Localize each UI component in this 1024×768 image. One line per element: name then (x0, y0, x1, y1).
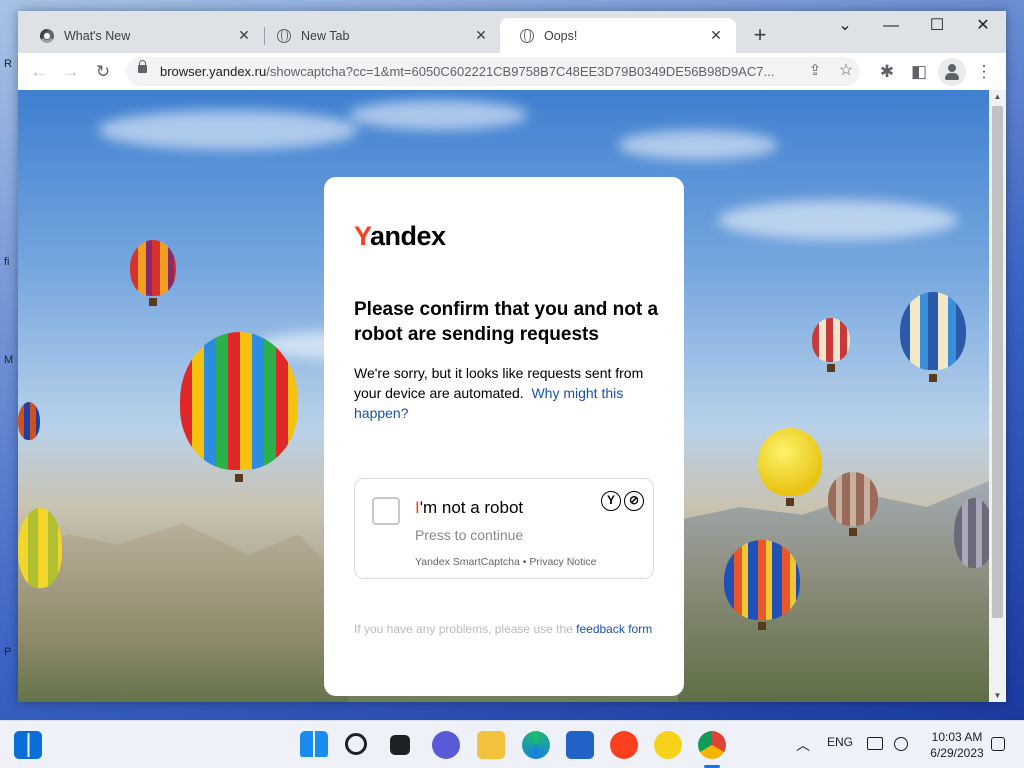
tab-strip: What's New ✕ New Tab ✕ Oops! ✕ + ⌄ — ☐ ✕ (18, 11, 1006, 53)
captcha-page: Yandex Please confirm that you and not a… (18, 90, 989, 702)
feedback-note: If you have any problems, please use the… (354, 620, 654, 638)
store-icon[interactable] (566, 731, 594, 759)
background-cloud (618, 130, 778, 160)
widgets-icon[interactable] (14, 731, 42, 759)
language-indicator[interactable]: ENG (827, 735, 853, 749)
yandex-browser-icon[interactable] (610, 731, 638, 759)
hot-air-balloon (18, 508, 62, 588)
hot-air-balloon (180, 332, 298, 482)
background-cloud (98, 110, 358, 150)
share-icon[interactable]: ⇪ (802, 58, 828, 84)
profile-avatar[interactable] (938, 58, 966, 86)
bookmark-star-icon[interactable]: ☆ (833, 58, 859, 84)
start-icon[interactable] (300, 731, 328, 759)
smartcaptcha-footer[interactable]: Yandex SmartCaptcha • Privacy Notice (415, 556, 596, 568)
hot-air-balloon (130, 240, 176, 306)
lock-icon (138, 60, 147, 73)
page-scrollbar[interactable]: ▲ ▼ (989, 90, 1006, 702)
chrome-taskbar-icon[interactable] (698, 731, 726, 759)
scroll-down-icon[interactable]: ▼ (989, 691, 1006, 700)
url-path: /showcaptcha?cc=1&mt=6050C602221CB9758B7… (266, 64, 775, 79)
search-icon[interactable] (345, 733, 367, 755)
hot-air-balloon (900, 292, 966, 382)
desktop-icon-label: P (4, 646, 12, 658)
forward-button[interactable]: → (58, 59, 84, 85)
browser-toolbar: ← → ↻ browser.yandex.ru/showcaptcha?cc=1… (18, 53, 1006, 90)
notifications-icon[interactable] (991, 737, 1005, 751)
address-bar[interactable]: browser.yandex.ru/showcaptcha?cc=1&mt=60… (126, 57, 860, 86)
desktop-icon-label: M (4, 354, 14, 366)
tab-label: New Tab (301, 28, 350, 43)
hot-air-balloon (954, 498, 989, 568)
url-text[interactable]: browser.yandex.ru/showcaptcha?cc=1&mt=60… (160, 64, 800, 79)
browser-window: What's New ✕ New Tab ✕ Oops! ✕ + ⌄ — ☐ ✕… (18, 11, 1006, 702)
yandex-logo: Yandex (354, 221, 446, 251)
menu-icon[interactable]: ⋮ (971, 59, 997, 85)
smartcaptcha-logo-icon: Y ⊘ (601, 491, 644, 511)
side-panel-icon[interactable]: ◧ (906, 59, 932, 85)
file-explorer-icon[interactable] (477, 731, 505, 759)
clock-date: 6/29/2023 (930, 746, 984, 760)
feedback-text: If you have any problems, please use the (354, 622, 573, 636)
tab-whats-new[interactable]: What's New ✕ (20, 18, 264, 53)
tab-label: What's New (64, 28, 131, 43)
hot-air-balloon (758, 428, 822, 506)
chat-icon[interactable] (432, 731, 460, 759)
background-valley (18, 523, 348, 702)
captcha-heading: Please confirm that you and not a robot … (354, 299, 659, 345)
desktop-icon-label: R (4, 58, 12, 70)
feedback-link[interactable]: feedback form (576, 622, 652, 636)
extensions-icon[interactable]: ✱ (874, 59, 900, 85)
hot-air-balloon (724, 540, 800, 630)
maximize-button[interactable]: ☐ (917, 15, 957, 37)
minimize-button[interactable]: — (871, 15, 911, 37)
captcha-card: Yandex Please confirm that you and not a… (324, 177, 684, 696)
background-cloud (718, 200, 958, 240)
captcha-description: We're sorry, but it looks like requests … (354, 363, 659, 423)
background-cloud (348, 100, 528, 130)
close-window-button[interactable]: ✕ (963, 15, 1003, 37)
chrome-icon (40, 28, 54, 43)
hot-air-balloon (18, 402, 40, 440)
tab-new-tab[interactable]: New Tab ✕ (257, 18, 501, 53)
hot-air-balloon (812, 318, 850, 372)
reload-button[interactable]: ↻ (90, 59, 116, 85)
task-view-icon[interactable] (390, 735, 410, 755)
tab-label: Oops! (544, 28, 578, 43)
globe-icon (277, 28, 291, 43)
checkbox-title: I'm not a robot (415, 498, 524, 517)
not-a-robot-checkbox[interactable] (372, 497, 400, 525)
clock[interactable]: 10:03 AM 6/29/2023 (922, 729, 992, 761)
hot-air-balloon (828, 472, 878, 536)
edge-icon[interactable] (522, 731, 550, 759)
tray-chevron-icon[interactable]: ︿ (796, 735, 810, 755)
back-button[interactable]: ← (26, 59, 52, 85)
network-icon[interactable] (867, 737, 883, 750)
tab-search-chevron-icon[interactable]: ⌄ (825, 15, 865, 37)
volume-mute-icon[interactable] (894, 737, 908, 751)
smartcaptcha-widget[interactable]: I'm not a robot Press to continue Yandex… (354, 478, 654, 579)
clock-time: 10:03 AM (931, 730, 983, 744)
yandex-music-icon[interactable] (654, 731, 682, 759)
globe-icon (520, 28, 534, 43)
desktop-icon-label: fi (4, 256, 10, 268)
scrollbar-thumb[interactable] (992, 106, 1003, 618)
tab-oops[interactable]: Oops! ✕ (500, 18, 736, 53)
taskbar: ︿ ENG 10:03 AM 6/29/2023 (0, 720, 1024, 768)
tab-close-icon[interactable]: ✕ (708, 27, 724, 44)
checkbox-subtitle: Press to continue (415, 527, 524, 543)
tab-close-icon[interactable]: ✕ (473, 27, 489, 44)
tab-close-icon[interactable]: ✕ (236, 27, 252, 44)
scroll-up-icon[interactable]: ▲ (989, 92, 1006, 101)
new-tab-button[interactable]: + (748, 23, 772, 47)
url-host: browser.yandex.ru (160, 64, 267, 79)
